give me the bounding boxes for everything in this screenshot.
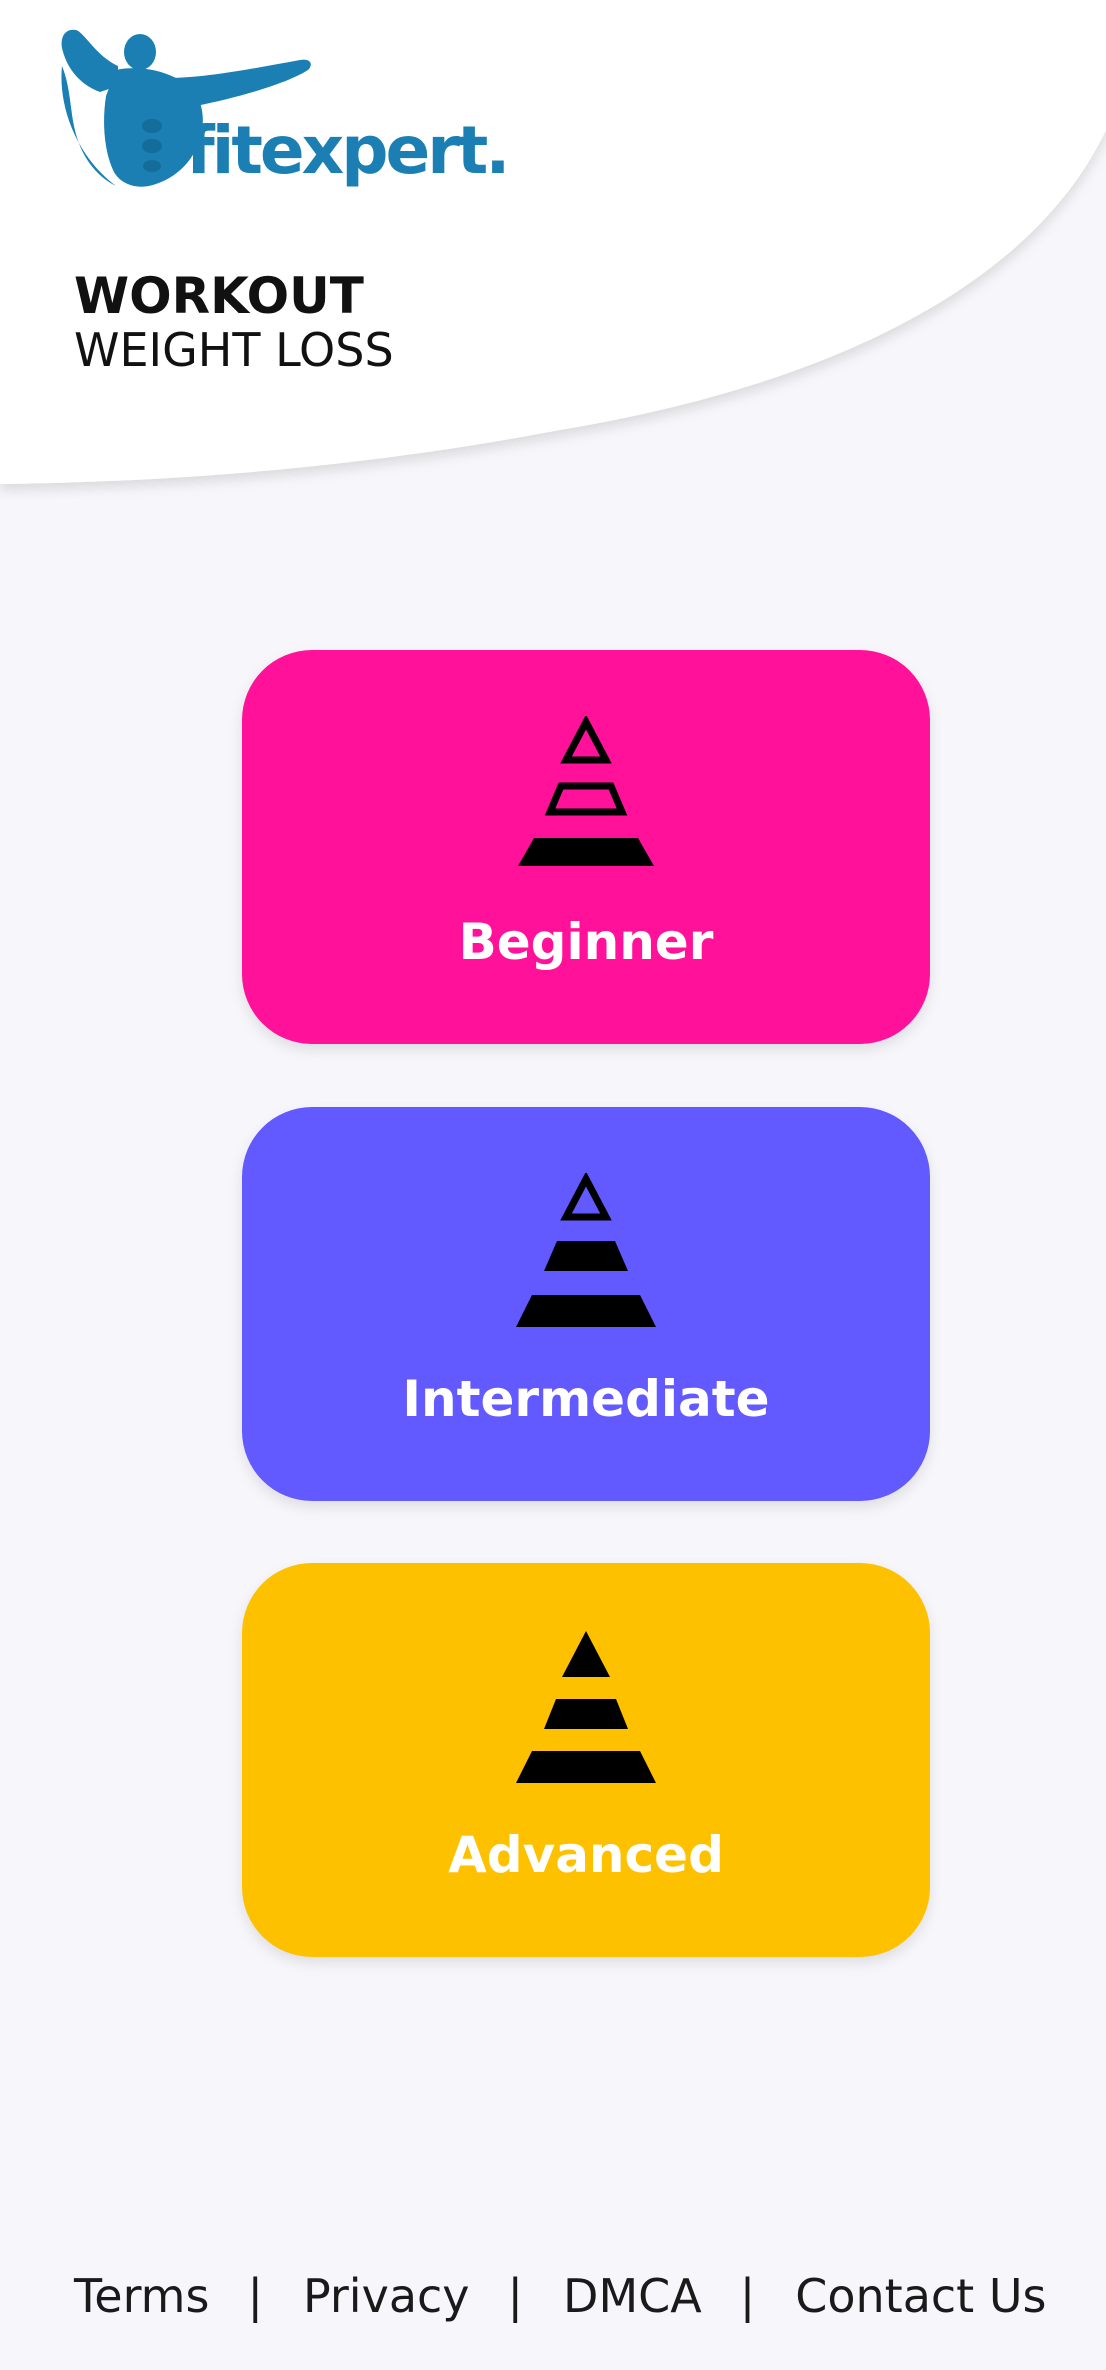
intermediate-level-card[interactable]: Intermediate	[242, 1107, 930, 1501]
pyramid-advanced-icon	[516, 1631, 656, 1783]
terms-link[interactable]: Terms	[74, 2269, 209, 2323]
beginner-level-card[interactable]: Beginner	[242, 650, 930, 1044]
pyramid-intermediate-icon	[516, 1173, 656, 1327]
intermediate-label: Intermediate	[402, 1370, 770, 1428]
page-subtitle: WEIGHT LOSS	[74, 323, 394, 377]
advanced-level-card[interactable]: Advanced	[242, 1563, 930, 1957]
footer-separator: |	[739, 2269, 756, 2323]
footer-links: Terms | Privacy | DMCA | Contact Us	[74, 2266, 1046, 2326]
fitexpert-logo[interactable]: fitexpert.	[56, 26, 510, 196]
advanced-label: Advanced	[448, 1826, 724, 1884]
contact-us-link[interactable]: Contact Us	[795, 2269, 1046, 2323]
footer-separator: |	[507, 2269, 524, 2323]
page-title-block: WORKOUT WEIGHT LOSS	[74, 268, 394, 376]
pyramid-beginner-icon	[518, 716, 654, 866]
privacy-link[interactable]: Privacy	[303, 2269, 470, 2323]
logo-text: fitexpert.	[186, 112, 510, 189]
beginner-label: Beginner	[458, 913, 714, 971]
dmca-link[interactable]: DMCA	[563, 2269, 702, 2323]
page-title: WORKOUT	[74, 267, 364, 325]
footer-separator: |	[247, 2269, 263, 2323]
